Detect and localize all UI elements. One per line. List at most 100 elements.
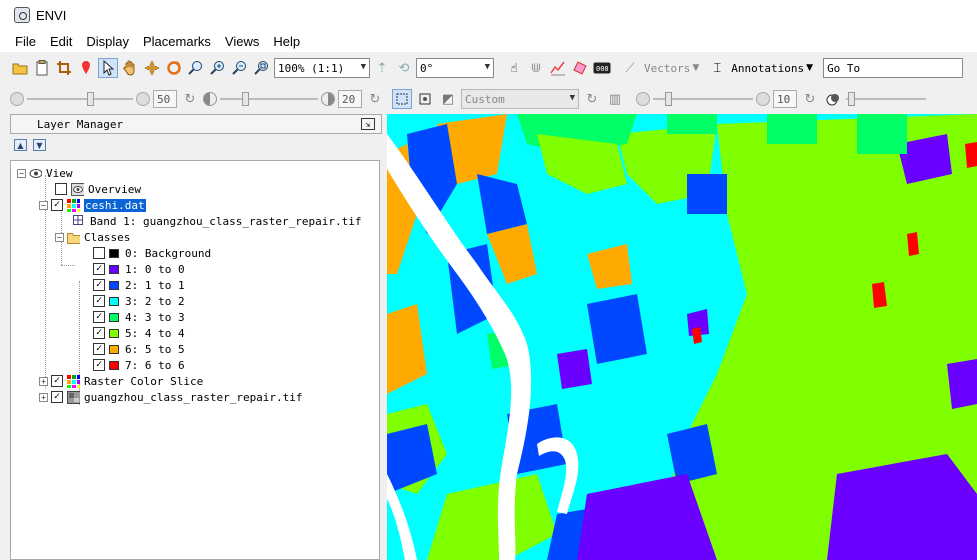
brightness-max-icon[interactable] bbox=[136, 92, 150, 106]
brightness-slider[interactable] bbox=[27, 89, 133, 109]
annotations-dropdown[interactable]: Annotations bbox=[731, 62, 804, 75]
class-item-5[interactable]: ✓ 5: 4 to 4 bbox=[93, 325, 185, 341]
menu-display[interactable]: Display bbox=[79, 34, 136, 49]
class-checkbox[interactable]: ✓ bbox=[93, 359, 105, 371]
brightness-value[interactable]: 50 bbox=[153, 90, 177, 108]
data-manager-icon[interactable] bbox=[32, 58, 52, 78]
stretch-view-icon[interactable] bbox=[415, 89, 435, 109]
vectors-dropdown[interactable]: Vectors bbox=[644, 62, 690, 75]
expand-icon[interactable]: + bbox=[39, 392, 48, 402]
contrast-value[interactable]: 20 bbox=[338, 90, 362, 108]
tree-node-classes[interactable]: − Classes bbox=[55, 229, 130, 245]
stretch-type-icon[interactable]: ◩ bbox=[438, 89, 458, 109]
sharpen-value[interactable]: 10 bbox=[773, 90, 797, 108]
class-item-3[interactable]: ✓ 3: 2 to 2 bbox=[93, 293, 185, 309]
brightness-min-icon[interactable] bbox=[10, 92, 24, 106]
class-item-6[interactable]: ✓ 6: 5 to 5 bbox=[93, 341, 185, 357]
move-up-icon[interactable]: ▲ bbox=[14, 139, 27, 151]
image-view[interactable] bbox=[387, 114, 977, 560]
class-checkbox[interactable]: ✓ bbox=[93, 295, 105, 307]
contrast-slider[interactable] bbox=[220, 89, 318, 109]
class-checkbox[interactable]: ✓ bbox=[93, 311, 105, 323]
slider-thumb[interactable] bbox=[242, 92, 249, 106]
slider-thumb[interactable] bbox=[848, 92, 855, 106]
class-checkbox[interactable]: ✓ bbox=[93, 343, 105, 355]
collapse-icon[interactable]: − bbox=[39, 200, 48, 210]
histogram-icon[interactable]: ▥ bbox=[605, 89, 625, 109]
transparency-slider[interactable] bbox=[846, 89, 926, 109]
tree-node-color-slice[interactable]: + ✓ Raster Color Slice bbox=[39, 373, 203, 389]
sharpen-slider[interactable] bbox=[653, 89, 753, 109]
crop-icon[interactable] bbox=[54, 58, 74, 78]
transparency-icon[interactable] bbox=[823, 89, 843, 109]
zoom-full-icon[interactable] bbox=[252, 58, 272, 78]
class-item-4[interactable]: ✓ 4: 3 to 3 bbox=[93, 309, 185, 325]
sharpen-min-icon[interactable] bbox=[636, 92, 650, 106]
menu-views[interactable]: Views bbox=[218, 34, 266, 49]
rotate-ccw-icon[interactable]: ⟲ bbox=[394, 58, 414, 78]
reset-icon[interactable]: ↻ bbox=[180, 89, 200, 109]
slider-thumb[interactable] bbox=[665, 92, 672, 106]
tree-node-guangzhou-tif[interactable]: + ✓ guangzhou_class_raster_repair.tif bbox=[39, 389, 303, 405]
tree-node-overview[interactable]: Overview bbox=[55, 181, 141, 197]
crosshair-hand-icon[interactable]: ☝ bbox=[504, 58, 524, 78]
menu-edit[interactable]: Edit bbox=[43, 34, 79, 49]
sharpen-max-icon[interactable] bbox=[756, 92, 770, 106]
contrast-max-icon[interactable] bbox=[321, 92, 335, 106]
layer-checkbox[interactable]: ✓ bbox=[51, 199, 63, 211]
pixel-locator-icon[interactable]: ⋓ bbox=[526, 58, 546, 78]
layer-checkbox[interactable]: ✓ bbox=[51, 391, 63, 403]
placemark-icon[interactable] bbox=[76, 58, 96, 78]
pin-icon[interactable]: ⇲ bbox=[361, 118, 375, 130]
stretch-combo[interactable]: Custom ▼ bbox=[461, 89, 579, 109]
class-checkbox[interactable]: ✓ bbox=[93, 263, 105, 275]
vectors-icon[interactable]: ⟋ bbox=[620, 58, 640, 78]
menu-placemarks[interactable]: Placemarks bbox=[136, 34, 218, 49]
map-region-red bbox=[965, 142, 977, 168]
collapse-icon[interactable]: − bbox=[55, 232, 64, 242]
class-checkbox[interactable] bbox=[93, 247, 105, 259]
class-checkbox[interactable]: ✓ bbox=[93, 279, 105, 291]
goto-field[interactable]: Go To bbox=[823, 58, 964, 78]
chevron-down-icon: ▼ bbox=[360, 62, 366, 72]
rotate-north-icon[interactable]: ⇡ bbox=[372, 58, 392, 78]
select-cursor-icon[interactable] bbox=[98, 58, 118, 78]
menu-help[interactable]: Help bbox=[266, 34, 307, 49]
slider-thumb[interactable] bbox=[87, 92, 94, 106]
rotation-combo[interactable]: 0° ▼ bbox=[416, 58, 494, 78]
reset-icon[interactable]: ↻ bbox=[365, 89, 385, 109]
zoom-icon[interactable] bbox=[186, 58, 206, 78]
tree-node-ceshi[interactable]: − ✓ ceshi.dat bbox=[39, 197, 146, 213]
reset-icon[interactable]: ↻ bbox=[800, 89, 820, 109]
zoom-combo[interactable]: 100% (1:1) ▼ bbox=[274, 58, 370, 78]
map-region-purple bbox=[947, 359, 977, 409]
fly-icon[interactable] bbox=[142, 58, 162, 78]
pan-hand-icon[interactable] bbox=[120, 58, 140, 78]
spectral-profile-icon[interactable] bbox=[548, 58, 568, 78]
open-folder-icon[interactable] bbox=[10, 58, 30, 78]
class-item-2[interactable]: ✓ 2: 1 to 1 bbox=[93, 277, 185, 293]
roi-icon[interactable] bbox=[570, 58, 590, 78]
stretch-frame-icon[interactable] bbox=[392, 89, 412, 109]
annotations-icon[interactable]: ⌶ bbox=[707, 58, 727, 78]
zoom-out-icon[interactable] bbox=[230, 58, 250, 78]
collapse-icon[interactable]: − bbox=[17, 168, 26, 178]
class-item-7[interactable]: ✓ 7: 6 to 6 bbox=[93, 357, 185, 373]
contrast-min-icon[interactable] bbox=[203, 92, 217, 106]
class-swatch bbox=[109, 296, 119, 306]
tree-node-view[interactable]: − View bbox=[17, 165, 73, 181]
class-item-1[interactable]: ✓ 1: 0 to 0 bbox=[93, 261, 185, 277]
class-checkbox[interactable]: ✓ bbox=[93, 327, 105, 339]
tree-node-band1[interactable]: Band 1: guangzhou_class_raster_repair.ti… bbox=[73, 213, 362, 229]
class-item-0[interactable]: 0: Background bbox=[93, 245, 211, 261]
expand-icon[interactable]: + bbox=[39, 376, 48, 386]
move-down-icon[interactable]: ▼ bbox=[33, 139, 46, 151]
zoom-in-icon[interactable] bbox=[208, 58, 228, 78]
layer-checkbox[interactable]: ✓ bbox=[51, 375, 63, 387]
rotate-icon[interactable] bbox=[164, 58, 184, 78]
cursor-value-icon[interactable]: 008 bbox=[592, 58, 612, 78]
envi-app-icon bbox=[14, 7, 30, 23]
menu-file[interactable]: File bbox=[8, 34, 43, 49]
refresh-icon[interactable]: ↻ bbox=[582, 89, 602, 109]
layer-checkbox[interactable] bbox=[55, 183, 67, 195]
